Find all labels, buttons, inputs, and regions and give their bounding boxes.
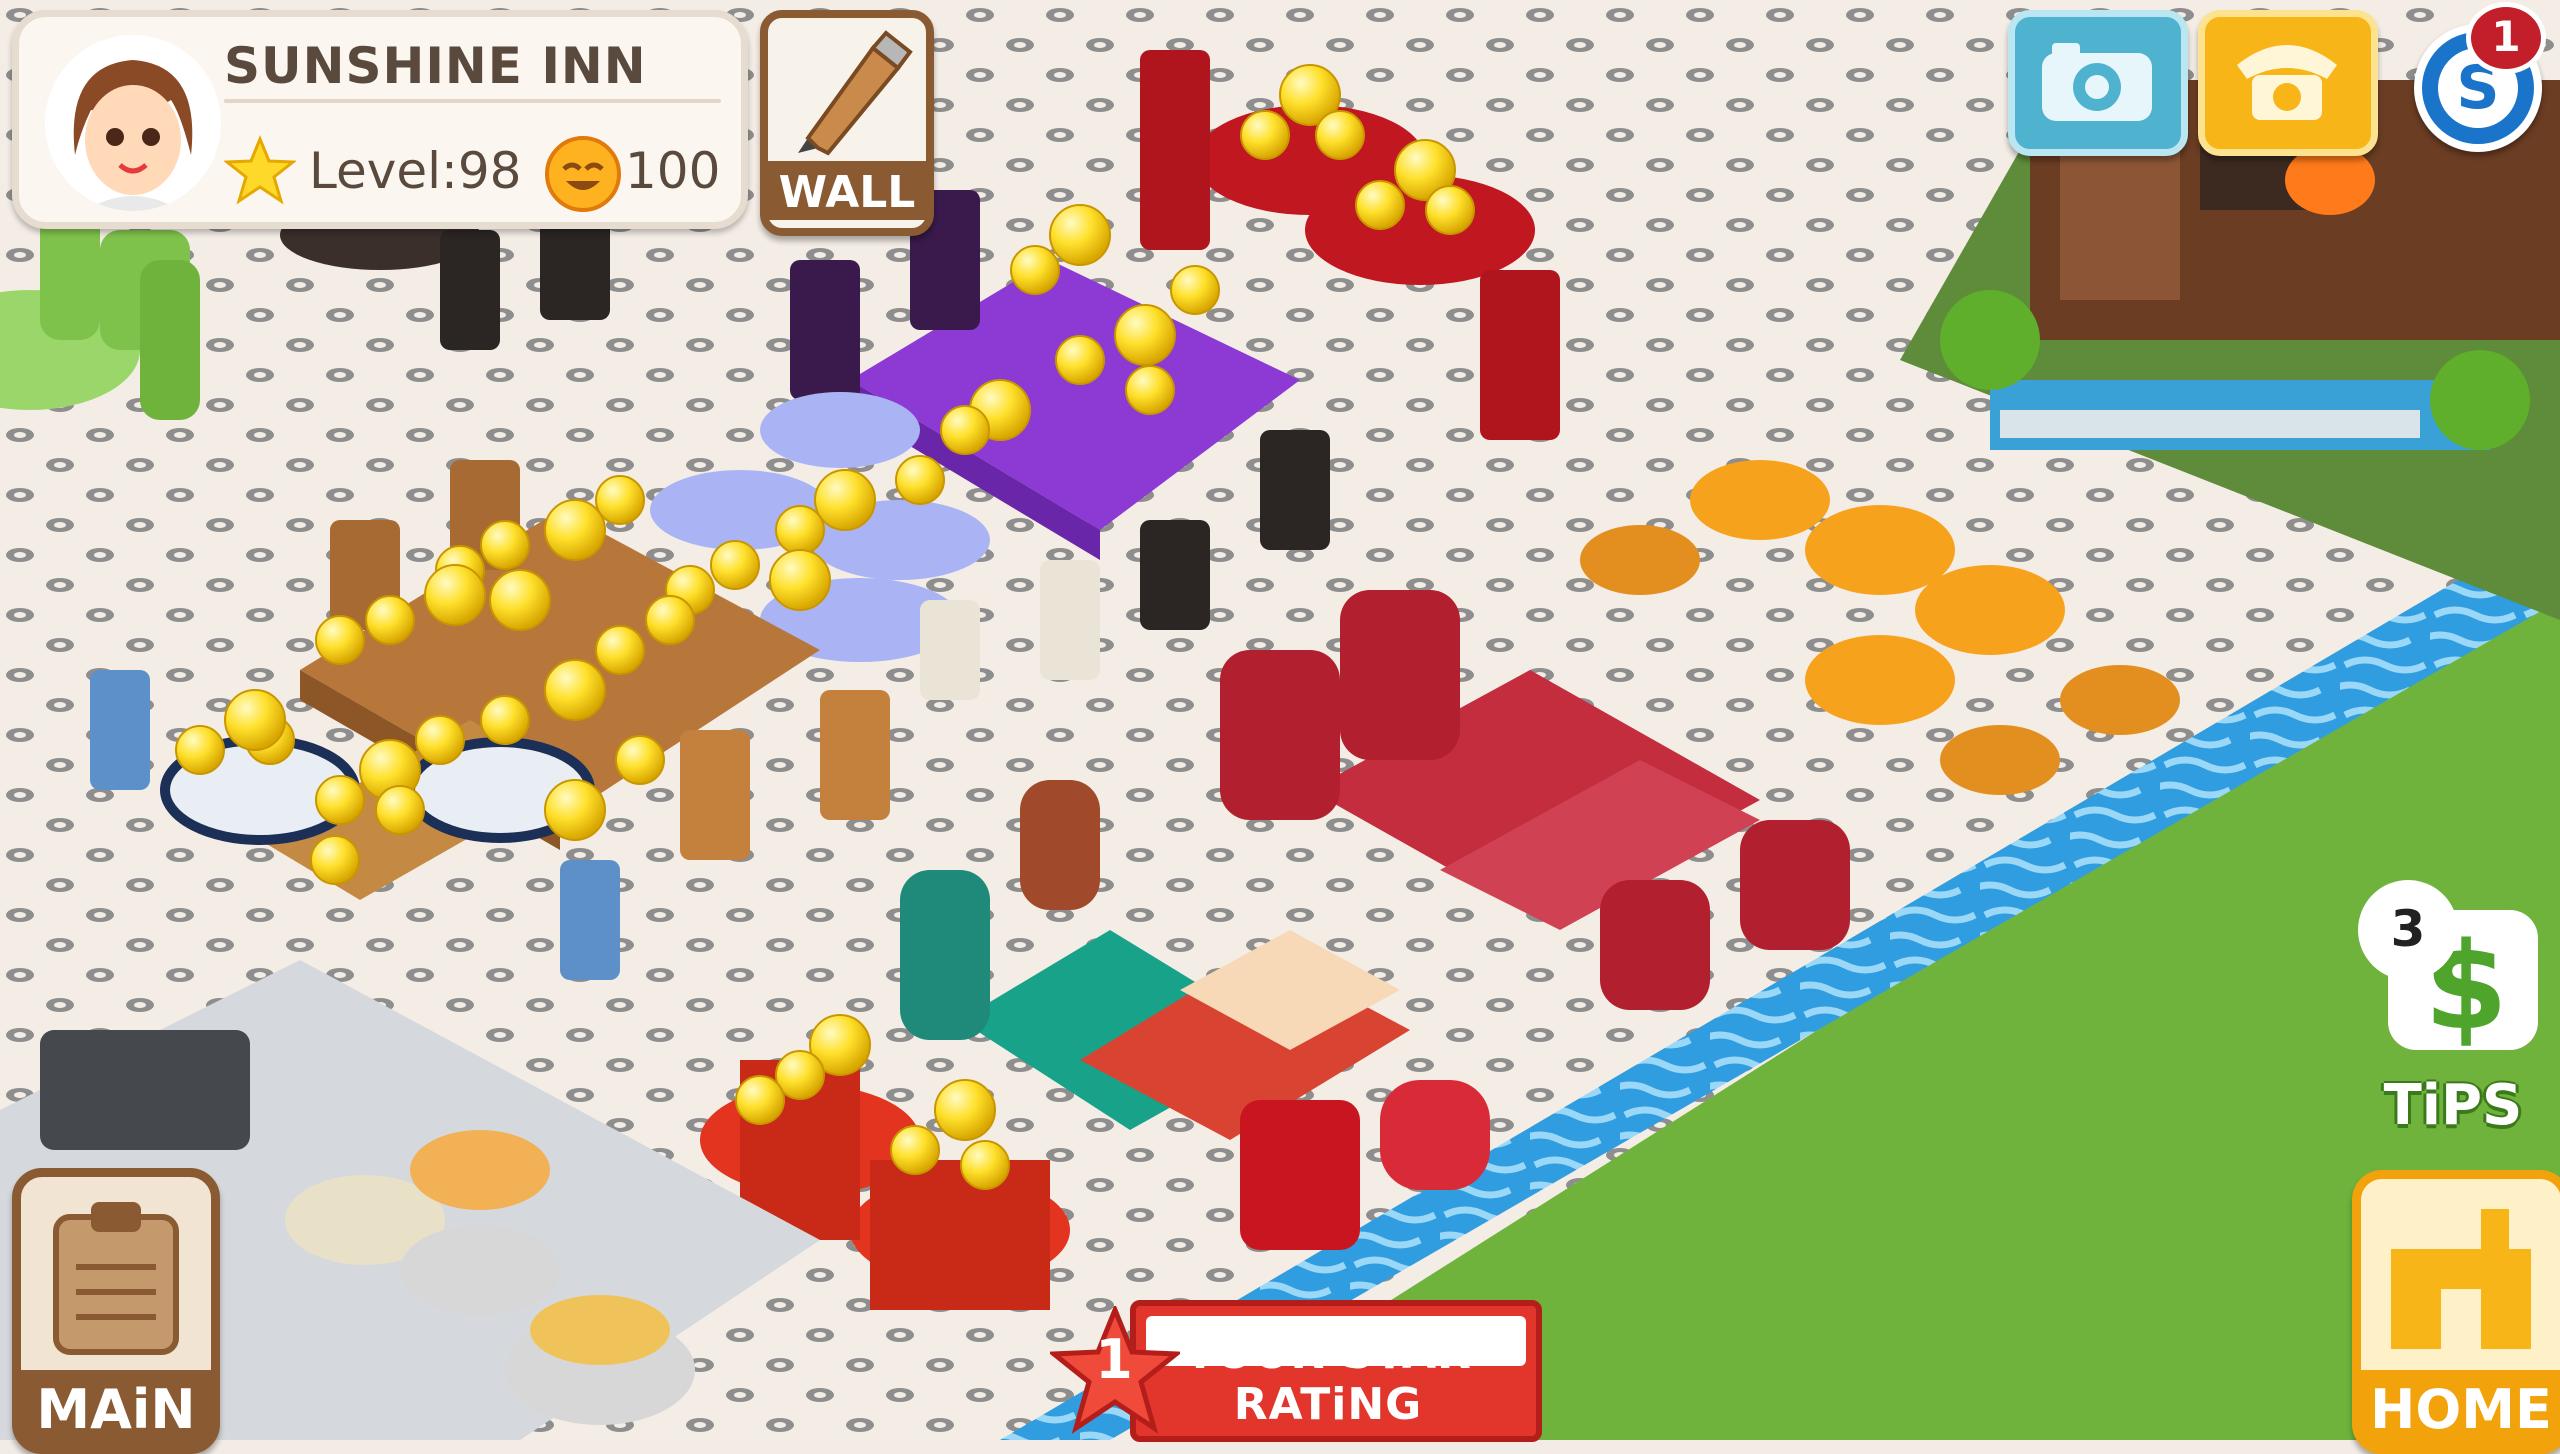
star-icon bbox=[224, 135, 296, 205]
coin[interactable] bbox=[1355, 180, 1405, 230]
coin[interactable] bbox=[489, 569, 551, 631]
coin[interactable] bbox=[645, 595, 695, 645]
coin[interactable] bbox=[1055, 335, 1105, 385]
coin[interactable] bbox=[775, 505, 825, 555]
home-button[interactable]: HOME bbox=[2352, 1170, 2560, 1454]
coin[interactable] bbox=[480, 695, 530, 745]
coin[interactable] bbox=[415, 715, 465, 765]
coin[interactable] bbox=[895, 455, 945, 505]
tips-button[interactable]: $ 3 TiPS bbox=[2358, 880, 2548, 1138]
coin[interactable] bbox=[375, 785, 425, 835]
coin[interactable] bbox=[1315, 110, 1365, 160]
level-value: 98 bbox=[457, 142, 522, 200]
coin[interactable] bbox=[1010, 245, 1060, 295]
coin[interactable] bbox=[365, 595, 415, 645]
coin[interactable] bbox=[960, 1140, 1010, 1190]
coin[interactable] bbox=[735, 1075, 785, 1125]
camera-icon bbox=[2042, 43, 2152, 121]
star-rating-panel[interactable]: 1 YOUR STAR RATiNG bbox=[1050, 1300, 1542, 1442]
coin[interactable] bbox=[544, 659, 606, 721]
coin[interactable] bbox=[595, 475, 645, 525]
main-label: MAiN bbox=[21, 1370, 211, 1445]
coin[interactable] bbox=[1425, 185, 1475, 235]
smiley-coin-icon bbox=[545, 136, 621, 212]
tips-label: TiPS bbox=[2383, 1073, 2523, 1138]
coin[interactable] bbox=[480, 520, 530, 570]
coin[interactable] bbox=[890, 1125, 940, 1175]
coin[interactable] bbox=[710, 540, 760, 590]
chef-avatar-icon bbox=[45, 35, 221, 211]
coin[interactable] bbox=[1170, 265, 1220, 315]
coin[interactable] bbox=[934, 1079, 996, 1141]
wall-label: WALL bbox=[768, 161, 926, 220]
phone-button[interactable] bbox=[2198, 10, 2378, 156]
coin[interactable] bbox=[224, 689, 286, 751]
coin[interactable] bbox=[1049, 204, 1111, 266]
profile-divider bbox=[224, 99, 721, 103]
star-rating-label: YOUR STAR RATiNG bbox=[1184, 1328, 1472, 1430]
coin[interactable] bbox=[1125, 365, 1175, 415]
coin[interactable] bbox=[814, 469, 876, 531]
coin[interactable] bbox=[615, 735, 665, 785]
coin[interactable] bbox=[1114, 304, 1176, 366]
coin[interactable] bbox=[315, 775, 365, 825]
coin[interactable] bbox=[175, 725, 225, 775]
coin[interactable] bbox=[315, 615, 365, 665]
coin[interactable] bbox=[310, 835, 360, 885]
restaurant-name: SUNSHINE INN bbox=[224, 37, 647, 95]
coins-value: 100 bbox=[625, 142, 721, 200]
pencil-icon bbox=[798, 30, 913, 156]
coin[interactable] bbox=[424, 564, 486, 626]
coin[interactable] bbox=[544, 499, 606, 561]
restaurant-profile-panel[interactable]: SUNSHINE INN Level:98 100 bbox=[12, 10, 748, 229]
telephone-icon bbox=[2237, 45, 2337, 120]
house-icon bbox=[2391, 1209, 2531, 1349]
tips-count: 3 bbox=[2358, 880, 2458, 980]
level-label: Level: bbox=[309, 142, 458, 200]
wall-button[interactable]: WALL bbox=[760, 10, 934, 236]
coin[interactable] bbox=[595, 625, 645, 675]
home-label: HOME bbox=[2361, 1370, 2560, 1445]
coin[interactable] bbox=[940, 405, 990, 455]
camera-button[interactable] bbox=[2008, 10, 2188, 156]
coin[interactable] bbox=[1240, 110, 1290, 160]
coin[interactable] bbox=[544, 779, 606, 841]
coin[interactable] bbox=[769, 549, 831, 611]
main-button[interactable]: MAiN bbox=[12, 1168, 220, 1454]
level-text: Level:98 bbox=[309, 142, 521, 200]
notification-badge: 1 bbox=[2466, 2, 2546, 74]
clipboard-icon bbox=[53, 1202, 179, 1355]
